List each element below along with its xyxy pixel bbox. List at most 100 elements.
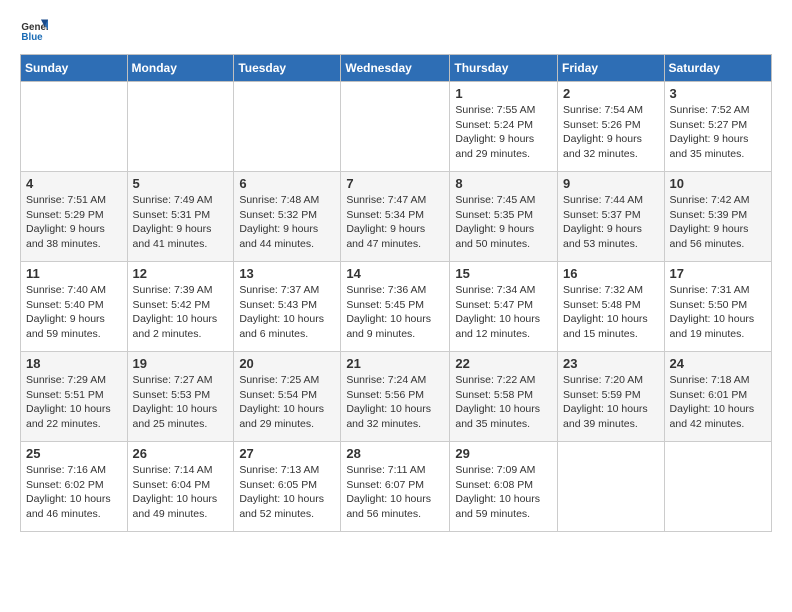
calendar-cell xyxy=(21,82,128,172)
calendar-cell xyxy=(664,442,771,532)
day-number: 11 xyxy=(26,266,122,281)
day-info: Sunrise: 7:27 AM Sunset: 5:53 PM Dayligh… xyxy=(133,373,229,432)
day-number: 5 xyxy=(133,176,229,191)
calendar-cell: 13 Sunrise: 7:37 AM Sunset: 5:43 PM Dayli… xyxy=(234,262,341,352)
header: General Blue xyxy=(20,16,772,44)
calendar-cell: 28 Sunrise: 7:11 AM Sunset: 6:07 PM Dayli… xyxy=(341,442,450,532)
day-info: Sunrise: 7:48 AM Sunset: 5:32 PM Dayligh… xyxy=(239,193,335,252)
logo-icon: General Blue xyxy=(20,16,48,44)
calendar-cell: 7 Sunrise: 7:47 AM Sunset: 5:34 PM Daylig… xyxy=(341,172,450,262)
week-row-3: 11 Sunrise: 7:40 AM Sunset: 5:40 PM Dayli… xyxy=(21,262,772,352)
day-number: 27 xyxy=(239,446,335,461)
logo: General Blue xyxy=(20,16,52,44)
day-info: Sunrise: 7:16 AM Sunset: 6:02 PM Dayligh… xyxy=(26,463,122,522)
day-info: Sunrise: 7:39 AM Sunset: 5:42 PM Dayligh… xyxy=(133,283,229,342)
calendar-cell: 4 Sunrise: 7:51 AM Sunset: 5:29 PM Daylig… xyxy=(21,172,128,262)
day-info: Sunrise: 7:14 AM Sunset: 6:04 PM Dayligh… xyxy=(133,463,229,522)
day-number: 8 xyxy=(455,176,552,191)
calendar-cell: 1Sunrise: 7:55 AM Sunset: 5:24 PM Daylig… xyxy=(450,82,558,172)
header-row: SundayMondayTuesdayWednesdayThursdayFrid… xyxy=(21,55,772,82)
day-info: Sunrise: 7:45 AM Sunset: 5:35 PM Dayligh… xyxy=(455,193,552,252)
calendar-cell: 25Sunrise: 7:16 AM Sunset: 6:02 PM Dayli… xyxy=(21,442,128,532)
day-number: 13 xyxy=(239,266,335,281)
day-number: 4 xyxy=(26,176,122,191)
day-number: 29 xyxy=(455,446,552,461)
day-number: 10 xyxy=(670,176,766,191)
day-number: 19 xyxy=(133,356,229,371)
week-row-1: 1Sunrise: 7:55 AM Sunset: 5:24 PM Daylig… xyxy=(21,82,772,172)
calendar-cell: 6 Sunrise: 7:48 AM Sunset: 5:32 PM Daylig… xyxy=(234,172,341,262)
day-info: Sunrise: 7:37 AM Sunset: 5:43 PM Dayligh… xyxy=(239,283,335,342)
day-info: Sunrise: 7:54 AM Sunset: 5:26 PM Dayligh… xyxy=(563,103,659,162)
calendar-cell: 17 Sunrise: 7:31 AM Sunset: 5:50 PM Dayli… xyxy=(664,262,771,352)
day-number: 20 xyxy=(239,356,335,371)
day-info: Sunrise: 7:29 AM Sunset: 5:51 PM Dayligh… xyxy=(26,373,122,432)
calendar-cell: 9Sunrise: 7:44 AM Sunset: 5:37 PM Daylig… xyxy=(558,172,665,262)
day-number: 22 xyxy=(455,356,552,371)
day-info: Sunrise: 7:52 AM Sunset: 5:27 PM Dayligh… xyxy=(670,103,766,162)
calendar-cell: 18 Sunrise: 7:29 AM Sunset: 5:51 PM Dayli… xyxy=(21,352,128,442)
calendar-cell: 24Sunrise: 7:18 AM Sunset: 6:01 PM Dayli… xyxy=(664,352,771,442)
day-info: Sunrise: 7:31 AM Sunset: 5:50 PM Dayligh… xyxy=(670,283,766,342)
calendar-cell: 20Sunrise: 7:25 AM Sunset: 5:54 PM Dayli… xyxy=(234,352,341,442)
day-number: 12 xyxy=(133,266,229,281)
calendar-cell xyxy=(558,442,665,532)
week-row-4: 18 Sunrise: 7:29 AM Sunset: 5:51 PM Dayli… xyxy=(21,352,772,442)
day-number: 6 xyxy=(239,176,335,191)
day-info: Sunrise: 7:20 AM Sunset: 5:59 PM Dayligh… xyxy=(563,373,659,432)
day-info: Sunrise: 7:47 AM Sunset: 5:34 PM Dayligh… xyxy=(346,193,444,252)
day-number: 23 xyxy=(563,356,659,371)
day-number: 21 xyxy=(346,356,444,371)
day-number: 14 xyxy=(346,266,444,281)
day-info: Sunrise: 7:34 AM Sunset: 5:47 PM Dayligh… xyxy=(455,283,552,342)
day-number: 16 xyxy=(563,266,659,281)
calendar-cell: 8 Sunrise: 7:45 AM Sunset: 5:35 PM Daylig… xyxy=(450,172,558,262)
calendar-cell: 15Sunrise: 7:34 AM Sunset: 5:47 PM Dayli… xyxy=(450,262,558,352)
day-number: 18 xyxy=(26,356,122,371)
calendar-cell: 5 Sunrise: 7:49 AM Sunset: 5:31 PM Daylig… xyxy=(127,172,234,262)
day-number: 3 xyxy=(670,86,766,101)
calendar-cell xyxy=(234,82,341,172)
day-info: Sunrise: 7:36 AM Sunset: 5:45 PM Dayligh… xyxy=(346,283,444,342)
day-info: Sunrise: 7:44 AM Sunset: 5:37 PM Dayligh… xyxy=(563,193,659,252)
day-info: Sunrise: 7:18 AM Sunset: 6:01 PM Dayligh… xyxy=(670,373,766,432)
day-info: Sunrise: 7:32 AM Sunset: 5:48 PM Dayligh… xyxy=(563,283,659,342)
header-thursday: Thursday xyxy=(450,55,558,82)
day-info: Sunrise: 7:40 AM Sunset: 5:40 PM Dayligh… xyxy=(26,283,122,342)
calendar-cell xyxy=(127,82,234,172)
calendar-cell: 2 Sunrise: 7:54 AM Sunset: 5:26 PM Daylig… xyxy=(558,82,665,172)
calendar-cell: 10Sunrise: 7:42 AM Sunset: 5:39 PM Dayli… xyxy=(664,172,771,262)
day-number: 17 xyxy=(670,266,766,281)
calendar-cell: 14 Sunrise: 7:36 AM Sunset: 5:45 PM Dayli… xyxy=(341,262,450,352)
calendar-cell: 29Sunrise: 7:09 AM Sunset: 6:08 PM Dayli… xyxy=(450,442,558,532)
header-tuesday: Tuesday xyxy=(234,55,341,82)
calendar-cell: 11 Sunrise: 7:40 AM Sunset: 5:40 PM Dayli… xyxy=(21,262,128,352)
calendar-cell: 12 Sunrise: 7:39 AM Sunset: 5:42 PM Dayli… xyxy=(127,262,234,352)
calendar-cell: 27 Sunrise: 7:13 AM Sunset: 6:05 PM Dayli… xyxy=(234,442,341,532)
header-sunday: Sunday xyxy=(21,55,128,82)
calendar-cell: 3 Sunrise: 7:52 AM Sunset: 5:27 PM Daylig… xyxy=(664,82,771,172)
day-info: Sunrise: 7:22 AM Sunset: 5:58 PM Dayligh… xyxy=(455,373,552,432)
calendar-cell: 19 Sunrise: 7:27 AM Sunset: 5:53 PM Dayli… xyxy=(127,352,234,442)
svg-text:Blue: Blue xyxy=(21,32,43,43)
day-number: 26 xyxy=(133,446,229,461)
day-number: 2 xyxy=(563,86,659,101)
calendar-cell: 22 Sunrise: 7:22 AM Sunset: 5:58 PM Dayli… xyxy=(450,352,558,442)
header-wednesday: Wednesday xyxy=(341,55,450,82)
day-number: 7 xyxy=(346,176,444,191)
header-saturday: Saturday xyxy=(664,55,771,82)
day-info: Sunrise: 7:51 AM Sunset: 5:29 PM Dayligh… xyxy=(26,193,122,252)
calendar-table: SundayMondayTuesdayWednesdayThursdayFrid… xyxy=(20,54,772,532)
header-monday: Monday xyxy=(127,55,234,82)
week-row-2: 4 Sunrise: 7:51 AM Sunset: 5:29 PM Daylig… xyxy=(21,172,772,262)
week-row-5: 25Sunrise: 7:16 AM Sunset: 6:02 PM Dayli… xyxy=(21,442,772,532)
day-number: 28 xyxy=(346,446,444,461)
day-info: Sunrise: 7:11 AM Sunset: 6:07 PM Dayligh… xyxy=(346,463,444,522)
day-number: 1 xyxy=(455,86,552,101)
calendar-cell xyxy=(341,82,450,172)
day-info: Sunrise: 7:13 AM Sunset: 6:05 PM Dayligh… xyxy=(239,463,335,522)
calendar-cell: 26 Sunrise: 7:14 AM Sunset: 6:04 PM Dayli… xyxy=(127,442,234,532)
day-info: Sunrise: 7:24 AM Sunset: 5:56 PM Dayligh… xyxy=(346,373,444,432)
calendar-cell: 21 Sunrise: 7:24 AM Sunset: 5:56 PM Dayli… xyxy=(341,352,450,442)
day-info: Sunrise: 7:49 AM Sunset: 5:31 PM Dayligh… xyxy=(133,193,229,252)
